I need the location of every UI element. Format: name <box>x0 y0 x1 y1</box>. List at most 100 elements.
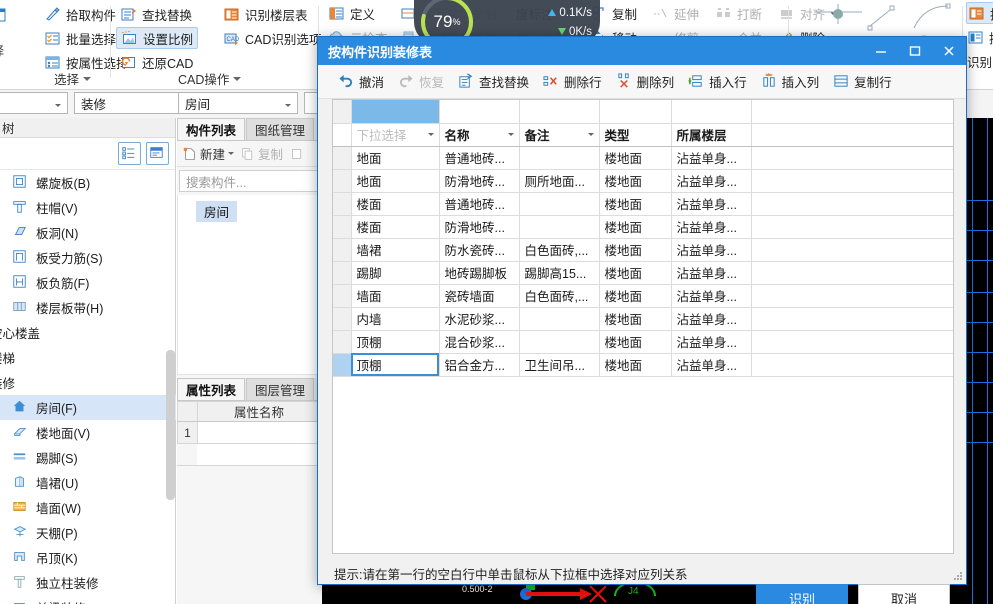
table-cell[interactable]: 地砖踢脚板 <box>439 261 520 285</box>
table-row[interactable]: 楼面 防滑地砖... 楼地面 沾益单身... <box>333 215 953 239</box>
table-cell[interactable]: 地面 <box>351 146 440 170</box>
row-header-cell[interactable] <box>333 376 352 400</box>
ribbon-item-batch-select[interactable]: 批量选择 <box>40 27 120 49</box>
table-cell[interactable] <box>751 169 953 193</box>
column-header-0[interactable]: 下拉选择 <box>351 123 440 147</box>
table-cell-empty[interactable] <box>351 399 440 423</box>
table-cell[interactable]: 楼地面 <box>599 192 672 216</box>
table-cell[interactable] <box>519 215 600 239</box>
table-cell-empty[interactable] <box>671 422 752 446</box>
mapping-cell-0[interactable] <box>351 100 440 124</box>
delete-row-button[interactable]: 删除行 <box>537 69 608 95</box>
table-row-empty[interactable] <box>333 445 953 469</box>
copy-component-button[interactable]: 复制 <box>239 144 285 163</box>
row-header-cell[interactable] <box>333 238 352 262</box>
table-cell[interactable]: 防滑地砖... <box>439 169 520 193</box>
row-header-cell[interactable] <box>333 192 352 216</box>
list-item[interactable]: 房间 <box>196 201 238 222</box>
table-cell[interactable] <box>751 146 953 170</box>
tab-component-list[interactable]: 构件列表 <box>177 118 246 140</box>
table-cell-empty[interactable] <box>599 422 672 446</box>
table-cell[interactable]: 楼地面 <box>599 353 672 377</box>
identify-button[interactable]: 识别 <box>756 584 848 604</box>
row-header-cell[interactable] <box>333 353 352 377</box>
ribbon-group-label-select[interactable]: 选择 <box>54 69 92 88</box>
minimize-button[interactable] <box>864 37 898 65</box>
new-component-button[interactable]: 新建 <box>181 144 236 163</box>
table-cell[interactable]: 沾益单身... <box>671 353 752 377</box>
table-cell[interactable]: 地面 <box>351 169 440 193</box>
table-cell-empty[interactable] <box>751 422 953 446</box>
chevron-down-icon[interactable] <box>427 133 434 136</box>
table-cell[interactable]: 卫生间吊... <box>519 353 600 377</box>
row-header-cell[interactable] <box>333 261 352 285</box>
tree-item-3[interactable]: 板受力筋(S) <box>0 245 176 270</box>
table-row-empty[interactable] <box>333 376 953 400</box>
column-header-4[interactable]: 所属楼层 <box>671 123 752 147</box>
table-cell[interactable]: 沾益单身... <box>671 146 752 170</box>
tree-item-2[interactable]: 板洞(N) <box>0 220 176 245</box>
property-name-cell[interactable] <box>198 422 321 443</box>
tab-property-list[interactable]: 属性列表 <box>177 378 246 400</box>
row-header-cell[interactable] <box>333 100 352 124</box>
row-header-cell[interactable] <box>333 146 352 170</box>
data-grid[interactable]: 下拉选择 名称 备注 类型 所属楼层 地面 普通地砖... 楼地面 沾益单身... 地面 防滑地砖.… <box>333 100 953 469</box>
table-cell-empty[interactable] <box>519 376 600 400</box>
table-cell-empty[interactable] <box>671 399 752 423</box>
table-cell-empty[interactable] <box>751 376 953 400</box>
component-combo[interactable]: 房间 <box>178 92 298 114</box>
table-cell[interactable]: 内墙 <box>351 307 440 331</box>
tree-item-0[interactable]: 螺旋板(B) <box>0 170 176 195</box>
table-cell[interactable]: 顶棚 <box>351 330 440 354</box>
ribbon-item-find-replace[interactable]: 查找替换 <box>116 3 196 25</box>
table-cell[interactable]: 白色面砖,... <box>519 238 600 262</box>
table-cell-empty[interactable] <box>351 445 440 469</box>
table-cell[interactable] <box>751 261 953 285</box>
table-row[interactable]: 踢脚 地砖踢脚板 踢脚高15... 楼地面 沾益单身... <box>333 261 953 285</box>
row-header-cell[interactable] <box>333 445 352 469</box>
table-cell-empty[interactable] <box>671 445 752 469</box>
table-cell[interactable]: 沾益单身... <box>671 307 752 331</box>
tree-item-1[interactable]: 柱帽(V) <box>0 195 176 220</box>
close-button[interactable] <box>932 37 966 65</box>
list-view-button[interactable] <box>118 142 141 165</box>
table-cell[interactable]: 防滑地砖... <box>439 215 520 239</box>
table-cell[interactable]: 楼地面 <box>599 330 672 354</box>
ribbon-item-extend[interactable]: 延伸 <box>648 2 703 24</box>
table-cell[interactable] <box>751 307 953 331</box>
mapping-row[interactable] <box>333 100 953 124</box>
mapping-cell-4[interactable] <box>671 100 752 124</box>
table-cell[interactable]: 水泥砂浆... <box>439 307 520 331</box>
tree-item-7[interactable]: 楼梯 <box>0 345 176 370</box>
tree-item-4[interactable]: 板负筋(F) <box>0 270 176 295</box>
table-cell[interactable]: 沾益单身... <box>671 169 752 193</box>
cancel-button[interactable]: 取消 <box>858 584 950 604</box>
column-header-1[interactable]: 名称 <box>439 123 520 147</box>
table-cell[interactable]: 楼地面 <box>599 215 672 239</box>
table-cell[interactable]: 顶棚 <box>351 353 440 377</box>
table-cell[interactable] <box>751 353 953 377</box>
table-cell-empty[interactable] <box>351 376 440 400</box>
copy-row-button[interactable]: 复制行 <box>827 69 898 95</box>
table-cell-empty[interactable] <box>599 376 672 400</box>
table-cell[interactable] <box>751 192 953 216</box>
table-cell[interactable]: 楼面 <box>351 215 440 239</box>
table-cell[interactable]: 沾益单身... <box>671 215 752 239</box>
insert-column-button[interactable]: 插入列 <box>755 69 826 95</box>
table-cell[interactable]: 铝合金方... <box>439 353 520 377</box>
component-list[interactable]: 房间 <box>177 195 322 375</box>
table-cell-empty[interactable] <box>671 376 752 400</box>
table-cell[interactable] <box>519 192 600 216</box>
ribbon-item-set-scale[interactable]: 设置比例 <box>116 27 199 49</box>
tree-item-16[interactable]: 独立柱装修 <box>0 570 176 595</box>
table-cell[interactable]: 白色面砖,... <box>519 284 600 308</box>
table-cell[interactable]: 楼地面 <box>599 238 672 262</box>
mapping-cell-1[interactable] <box>439 100 520 124</box>
table-cell-empty[interactable] <box>439 422 520 446</box>
dialog-title-bar[interactable]: 按构件识别装修表 <box>318 37 966 65</box>
table-row[interactable]: 顶棚 铝合金方... 卫生间吊... 楼地面 沾益单身... <box>333 353 953 377</box>
ribbon-item-cad-options[interactable]: CAD CAD识别选项 <box>219 27 325 49</box>
search-component-input[interactable]: 搜索构件... <box>179 170 320 192</box>
decoration-table-grid[interactable]: 下拉选择 名称 备注 类型 所属楼层 地面 普通地砖... 楼地面 沾益单身... 地面 防滑地砖.… <box>332 99 954 554</box>
table-cell[interactable]: 沾益单身... <box>671 192 752 216</box>
